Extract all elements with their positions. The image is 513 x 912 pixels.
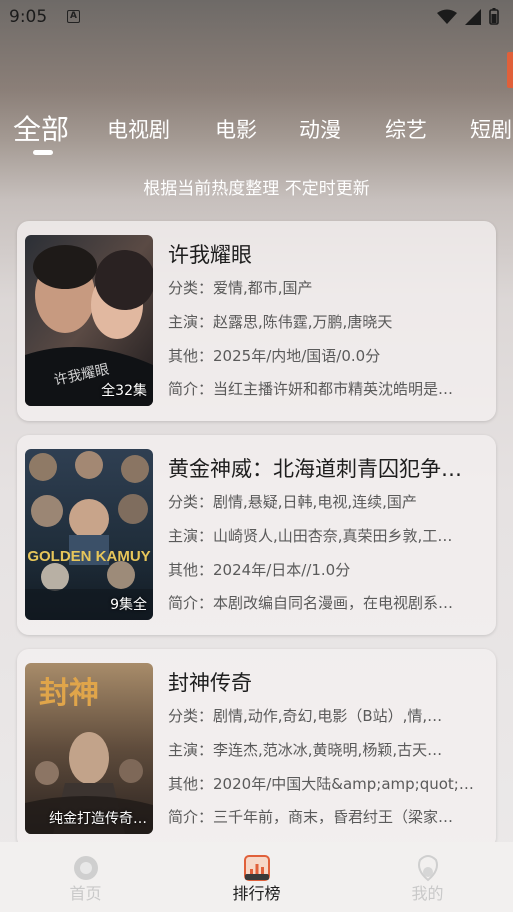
status-bar: 9:05 A <box>0 0 513 34</box>
card-other: 其他：2024年/日本//1.0分 <box>168 559 488 580</box>
category-value: 爱情,都市,国产 <box>213 279 313 297</box>
other-label: 其他： <box>168 561 214 579</box>
card-intro: 简介：三千年前，商末，昏君纣王（梁家… <box>168 806 488 827</box>
cast-label: 主演： <box>168 741 214 759</box>
category-label: 分类： <box>168 279 214 297</box>
notification-a-icon: A <box>67 10 80 23</box>
card-cast: 主演：李连杰,范冰冰,黄晓明,杨颖,古天… <box>168 739 488 760</box>
card-title: 许我耀眼 <box>168 243 252 267</box>
tab-variety[interactable]: 综艺 <box>385 114 427 144</box>
ranking-subtitle: 根据当前热度整理 不定时更新 <box>143 179 370 199</box>
intro-value: 三千年前，商末，昏君纣王（梁家… <box>213 808 454 826</box>
cast-value: 赵露思,陈伟霆,万鹏,唐晓天 <box>213 313 393 331</box>
category-label: 分类： <box>168 493 214 511</box>
episode-badge: 纯金打造传奇… <box>49 811 147 827</box>
active-tab-indicator <box>33 150 53 155</box>
drama-card[interactable]: 封神 纯金打造传奇… 封神传奇 分类：剧情,动作,奇幻,电影（B站）,情,… 主… <box>17 649 496 849</box>
card-category: 分类：爱情,都市,国产 <box>168 277 488 298</box>
svg-text:GOLDEN KAMUY: GOLDEN KAMUY <box>27 548 150 565</box>
status-indicators <box>437 8 499 25</box>
intro-label: 简介： <box>168 594 214 612</box>
poster-image: 封神 纯金打造传奇… <box>25 663 153 834</box>
category-value: 剧情,动作,奇幻,电影（B站）,情,… <box>213 707 443 725</box>
tab-short-drama[interactable]: 短剧 <box>470 114 512 144</box>
profile-icon <box>418 855 438 882</box>
intro-value: 本剧改编自同名漫画，在电视剧系… <box>213 594 454 612</box>
card-category: 分类：剧情,动作,奇幻,电影（B站）,情,… <box>168 705 488 726</box>
ranking-icon <box>244 855 270 881</box>
card-other: 其他：2025年/内地/国语/0.0分 <box>168 345 488 366</box>
card-intro: 简介：当红主播许妍和都市精英沈皓明是… <box>168 378 488 399</box>
status-time: 9:05 <box>9 7 48 27</box>
edge-accent-tab <box>507 52 513 88</box>
svg-text:封神: 封神 <box>39 677 99 710</box>
poster-image: GOLDEN KAMUY 9集全 <box>25 449 153 620</box>
intro-label: 简介： <box>168 380 214 398</box>
drama-card[interactable]: GOLDEN KAMUY 9集全 黄金神威：北海道刺青囚犯争… 分类：剧情,悬疑… <box>17 435 496 635</box>
card-other: 其他：2020年/中国大陆&amp;amp;quot;… <box>168 773 488 794</box>
card-title: 黄金神威：北海道刺青囚犯争… <box>168 457 462 481</box>
cast-value: 李连杰,范冰冰,黄晓明,杨颖,古天… <box>213 741 443 759</box>
category-label: 分类： <box>168 707 214 725</box>
card-intro: 简介：本剧改编自同名漫画，在电视剧系… <box>168 592 488 613</box>
category-tabs: 全部 电视剧 电影 动漫 综艺 短剧 <box>0 104 513 154</box>
card-cast: 主演：山崎贤人,山田杏奈,真荣田乡敦,工… <box>168 525 488 546</box>
category-value: 剧情,悬疑,日韩,电视,连续,国产 <box>213 493 417 511</box>
home-icon <box>74 856 98 880</box>
tab-all[interactable]: 全部 <box>13 108 69 148</box>
other-value: 2025年/内地/国语/0.0分 <box>213 347 381 365</box>
nav-profile[interactable]: 我的 <box>342 842 513 912</box>
card-title: 封神传奇 <box>168 671 252 695</box>
tab-movies[interactable]: 电影 <box>215 114 257 144</box>
card-cast: 主演：赵露思,陈伟霆,万鹏,唐晓天 <box>168 311 488 332</box>
other-label: 其他： <box>168 347 214 365</box>
poster-image: 许我耀眼 全32集 <box>25 235 153 406</box>
tab-anime[interactable]: 动漫 <box>299 114 341 144</box>
cast-label: 主演： <box>168 313 214 331</box>
episode-badge: 9集全 <box>110 597 147 613</box>
intro-value: 当红主播许妍和都市精英沈皓明是… <box>213 380 454 398</box>
drama-card[interactable]: 许我耀眼 全32集 许我耀眼 分类：爱情,都市,国产 主演：赵露思,陈伟霆,万鹏… <box>17 221 496 421</box>
battery-icon <box>489 8 499 25</box>
nav-profile-label: 我的 <box>411 884 444 903</box>
card-category: 分类：剧情,悬疑,日韩,电视,连续,国产 <box>168 491 488 512</box>
nav-ranking[interactable]: 排行榜 <box>171 842 342 912</box>
wifi-icon <box>437 9 457 24</box>
other-value: 2024年/日本//1.0分 <box>213 561 351 579</box>
other-value: 2020年/中国大陆&amp;amp;quot;… <box>213 775 474 793</box>
bottom-navigation: 首页 排行榜 我的 <box>0 842 513 912</box>
nav-home[interactable]: 首页 <box>0 842 171 912</box>
cast-label: 主演： <box>168 527 214 545</box>
nav-home-label: 首页 <box>69 884 102 903</box>
signal-icon <box>465 8 481 25</box>
episode-badge: 全32集 <box>101 383 147 399</box>
tab-tv-series[interactable]: 电视剧 <box>107 114 170 144</box>
nav-ranking-label: 排行榜 <box>232 884 281 903</box>
intro-label: 简介： <box>168 808 214 826</box>
cast-value: 山崎贤人,山田杏奈,真荣田乡敦,工… <box>213 527 453 545</box>
other-label: 其他： <box>168 775 214 793</box>
